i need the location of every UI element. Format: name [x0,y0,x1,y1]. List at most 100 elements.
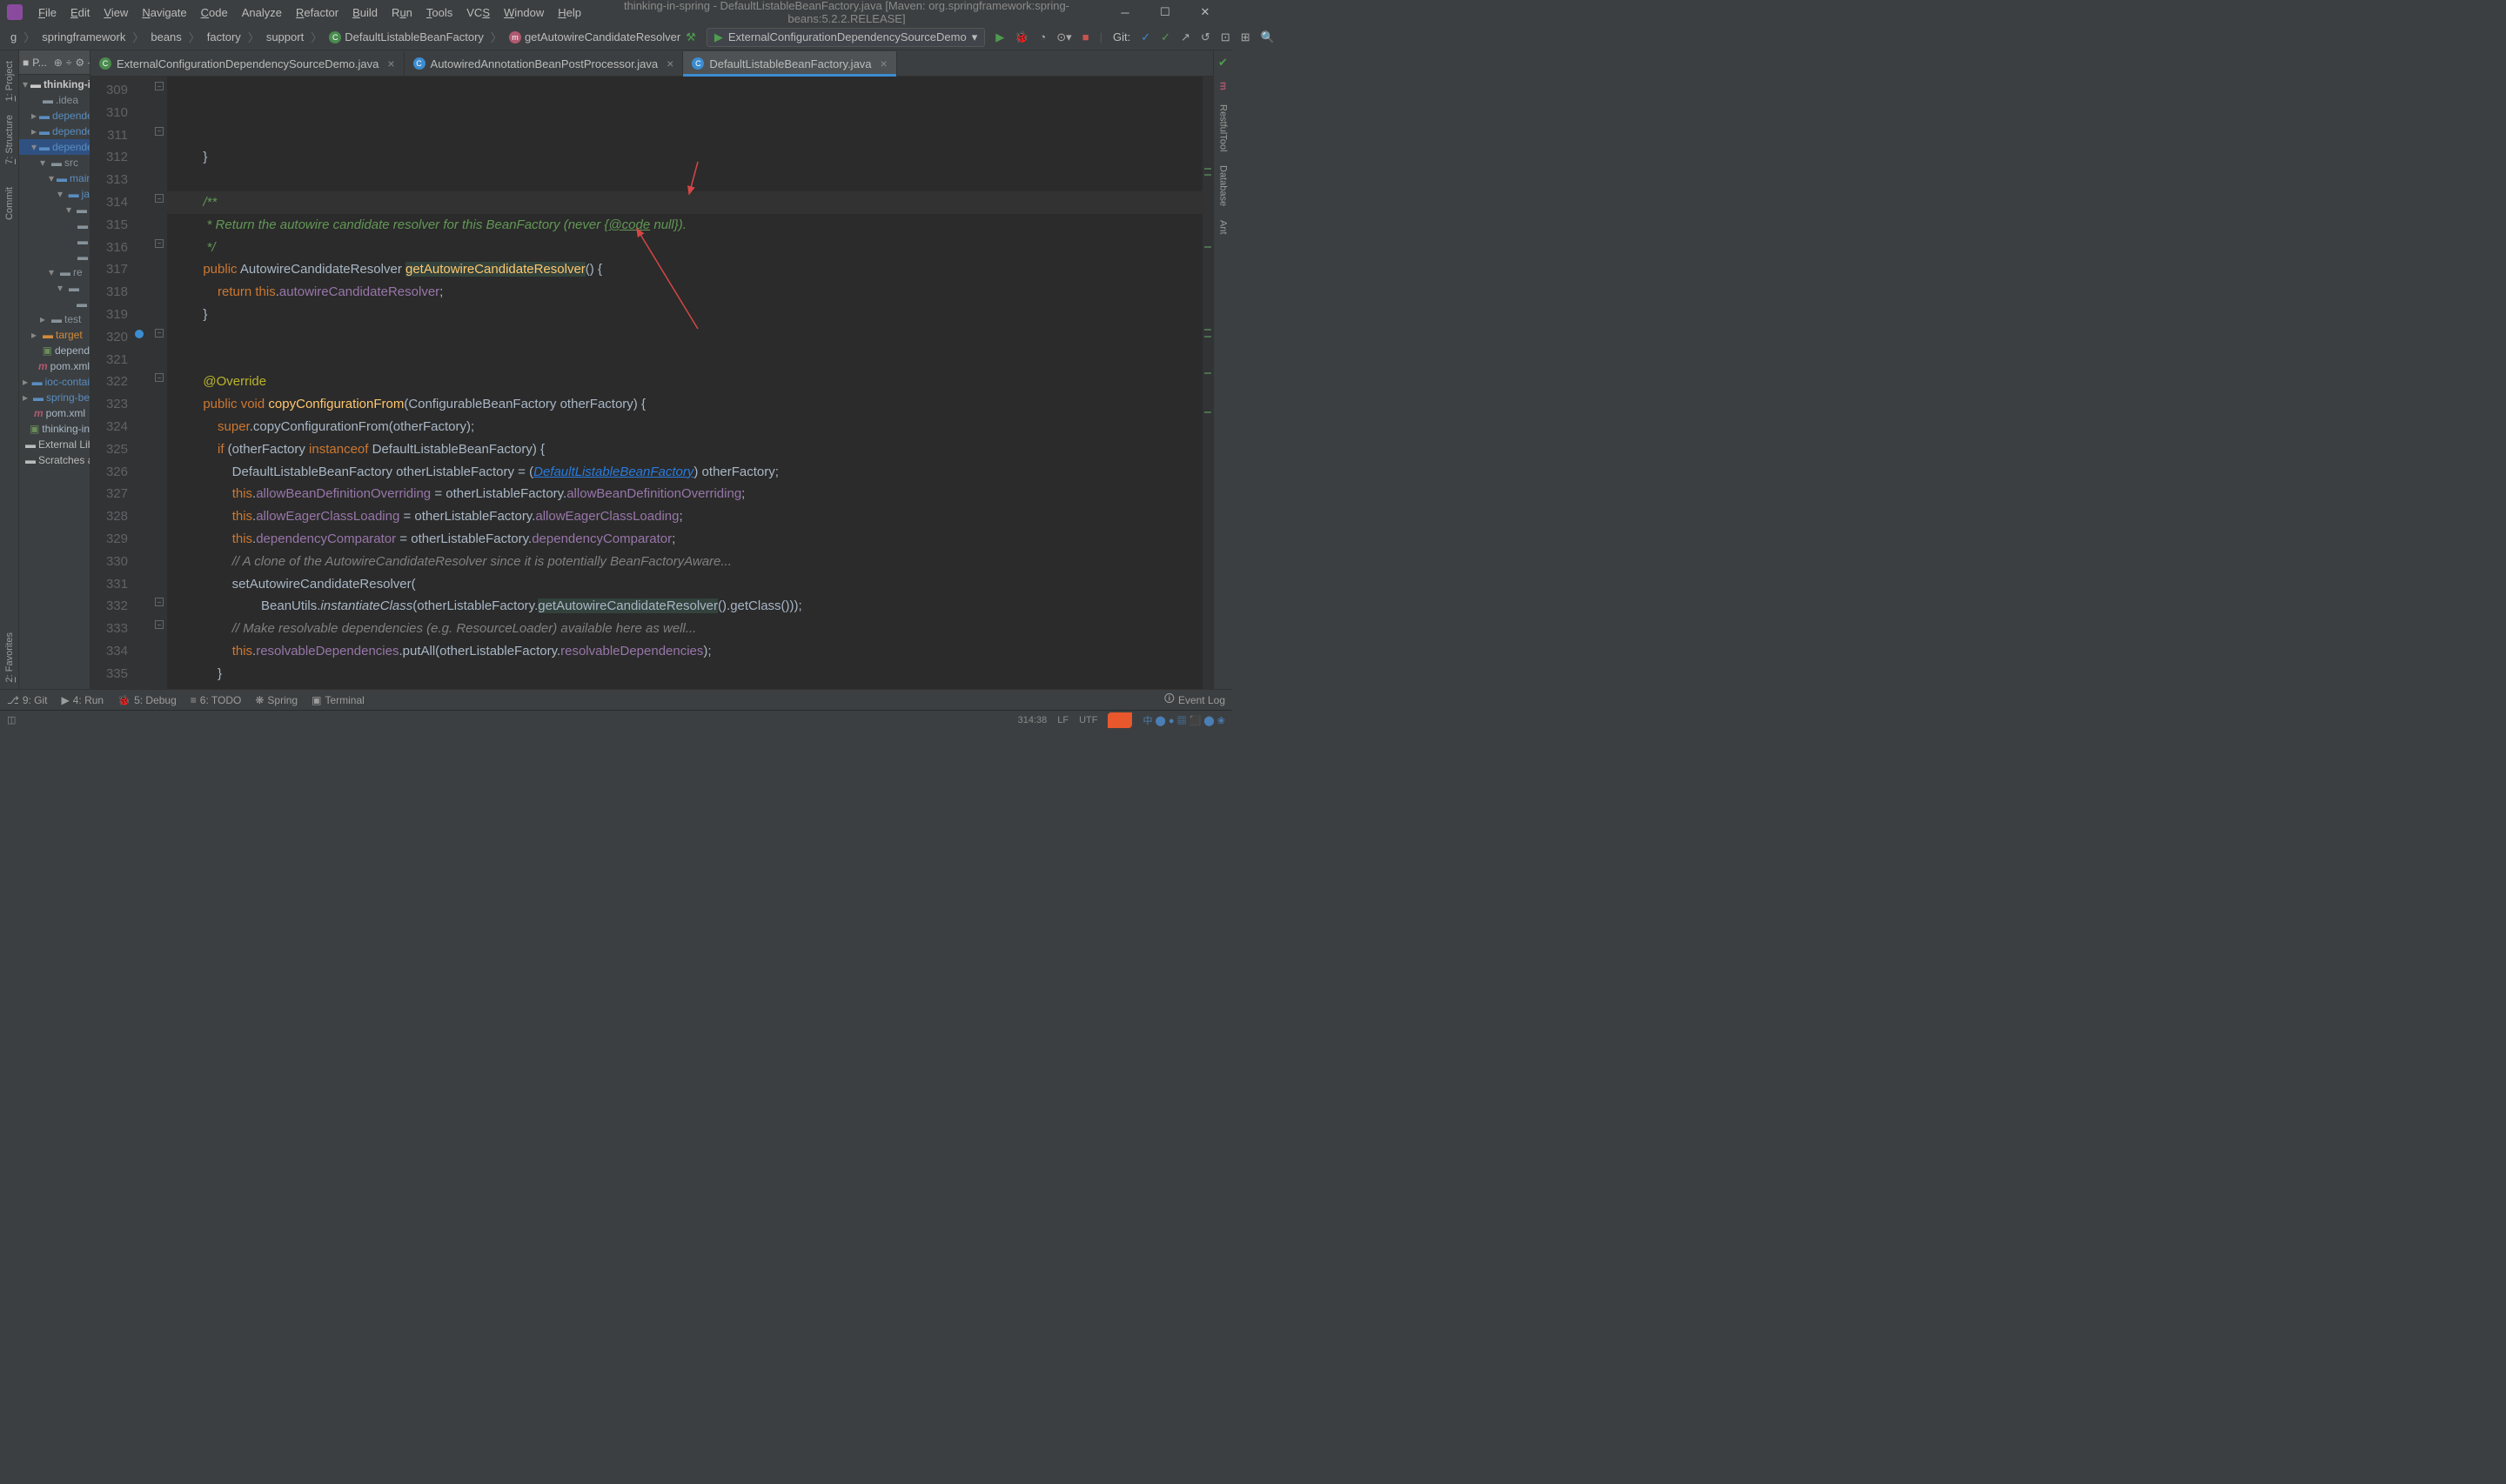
event-log[interactable]: 🛈 Event Log [1164,691,1225,709]
tree-node[interactable]: ▾▬ thinking-in-s [19,77,90,92]
crumb-3[interactable]: factory [202,29,246,45]
caret-position[interactable]: 314:38 [1018,715,1048,725]
run-config-select[interactable]: ▶ ExternalConfigurationDependencySourceD… [707,28,985,47]
crumb-5[interactable]: CDefaultListableBeanFactory [324,29,489,45]
menu-navigate[interactable]: Navigate [135,3,193,23]
menu-vcs[interactable]: VCS [459,3,497,23]
tree-node[interactable]: ▬ External Librar [19,437,90,452]
git-update-icon[interactable]: ✓ [1141,30,1150,44]
tool-commit[interactable]: Commit [3,180,17,227]
close-icon[interactable]: × [667,57,673,70]
menu-build[interactable]: Build [345,3,385,23]
git-push-icon[interactable]: ↗ [1181,30,1190,44]
tool-restful[interactable]: RestfulTool [1216,97,1230,158]
collapse-all-icon[interactable]: ÷ [66,57,72,69]
tree-node[interactable]: ▬ [19,296,90,311]
menu-edit[interactable]: Edit [64,3,97,23]
crumb-2[interactable]: beans [145,29,186,45]
status-windows-icon[interactable]: ◫ [7,714,16,725]
tool-spring[interactable]: ❋ Spring [255,694,298,706]
tree-node[interactable]: ▸▬ dependen [19,124,90,139]
tree-node[interactable]: ▣ thinking-in [19,421,90,437]
menu-analyze[interactable]: Analyze [235,3,289,23]
tool-database[interactable]: Database [1216,158,1230,213]
git-rollback-icon[interactable]: ⊡ [1221,30,1230,44]
tree-node[interactable]: ▬ Scratches and [19,452,90,468]
build-icon[interactable]: ⚒ [686,30,696,44]
tool-maven[interactable]: m [1216,75,1230,97]
crumb-6[interactable]: mgetAutowireCandidateResolver [504,29,686,45]
project-tree[interactable]: ▾▬ thinking-in-s ▬ .idea▸▬ dependen▸▬ de… [19,75,90,689]
menu-code[interactable]: Code [194,3,235,23]
menu-tools[interactable]: Tools [419,3,459,23]
tool-debug[interactable]: 🐞 5: Debug [117,694,177,706]
error-stripe[interactable] [1203,77,1213,689]
tool-git[interactable]: ⎇ 9: Git [7,694,48,706]
tree-node[interactable]: ▾▬ re [19,264,90,280]
menu-file[interactable]: FFileile [31,3,64,23]
tool-run[interactable]: ▶ 4: Run [62,694,104,706]
project-title: P... [32,57,46,69]
tree-node[interactable]: ▸▬ test [19,311,90,327]
tree-node[interactable]: ▬ [19,233,90,249]
coverage-icon[interactable]: ◔ [1039,30,1046,43]
tool-favorites[interactable]: 2: Favorites [3,625,17,689]
tool-project[interactable]: 11: Project: Project [3,54,17,108]
tool-structure[interactable]: 7: Structure [3,108,17,171]
editor-tab[interactable]: CAutowiredAnnotationBeanPostProcessor.ja… [405,51,684,76]
git-commit-icon[interactable]: ✓ [1161,30,1170,44]
tree-node[interactable]: ▸▬ spring-be [19,390,90,405]
line-separator[interactable]: LF [1057,715,1069,725]
menu-view[interactable]: View [97,3,135,23]
editor-tab[interactable]: CExternalConfigurationDependencySourceDe… [90,51,405,76]
ime-indicator-icon[interactable] [1108,712,1132,728]
run-icon[interactable]: ▶ [995,30,1004,44]
tree-node[interactable]: ▬ .idea [19,92,90,108]
settings-icon[interactable]: ⚙ [75,57,84,69]
analysis-ok-icon[interactable]: ✔ [1218,56,1228,70]
tray-icons[interactable]: 中 ⬤ ● ▦ ⬛ ⬤ ❀ [1142,713,1225,727]
maximize-button[interactable]: ☐ [1145,0,1185,24]
encoding[interactable]: UTF [1079,715,1097,725]
menu-window[interactable]: Window [497,3,551,23]
search-everywhere-icon[interactable]: 🔍 [1261,30,1275,44]
code-editor[interactable]: 3093103113123133143153163173183193203213… [90,77,1213,689]
close-icon[interactable]: × [387,57,394,70]
tool-terminal[interactable]: ▣ Terminal [312,694,365,706]
tree-node[interactable]: ▾▬ dependen [19,139,90,155]
select-opened-icon[interactable]: ⊕ [54,57,63,69]
git-history-icon[interactable]: ↺ [1201,30,1210,44]
fold-column[interactable]: −−−−−−−− [153,77,167,689]
tool-todo[interactable]: ≡ 6: TODO [191,694,242,706]
tree-node[interactable]: ▾▬ src [19,155,90,170]
crumb-0[interactable]: g [5,29,22,45]
search-icon[interactable]: ⊞ [1241,30,1250,44]
tab-label: ExternalConfigurationDependencySourceDem… [117,57,379,70]
crumb-1[interactable]: springframework [37,29,131,45]
editor-tab[interactable]: CDefaultListableBeanFactory.java× [683,51,896,76]
tree-node[interactable]: ▸▬ dependen [19,108,90,124]
tree-node[interactable]: ▸▬ target [19,327,90,343]
debug-icon[interactable]: 🐞 [1015,30,1029,44]
tree-node[interactable]: ▣ depend [19,343,90,358]
tree-node[interactable]: ▾▬ [19,202,90,217]
tree-node[interactable]: m pom.xml [19,405,90,421]
tree-node[interactable]: ▬ [19,249,90,264]
stop-icon[interactable]: ■ [1082,30,1089,43]
close-icon[interactable]: × [881,57,888,70]
tree-node[interactable]: ▾▬ main [19,170,90,186]
tree-node[interactable]: ▾▬ ja [19,186,90,202]
menu-help[interactable]: Help [551,3,588,23]
tree-node[interactable]: ▾▬ [19,280,90,296]
crumb-4[interactable]: support [261,29,309,45]
tree-node[interactable]: m pom.xml [19,358,90,374]
minimize-button[interactable]: ─ [1105,0,1145,24]
tool-ant[interactable]: Ant [1216,213,1230,242]
tree-node[interactable]: ▬ [19,217,90,233]
menu-run[interactable]: Run [385,3,419,23]
close-button[interactable]: ✕ [1185,0,1225,24]
menu-refactor[interactable]: Refactor [289,3,345,23]
code-body[interactable]: } /** * Return the autowire candidate re… [167,77,1203,689]
tree-node[interactable]: ▸▬ ioc-contai [19,374,90,390]
profiler-icon[interactable]: ⊙▾ [1056,30,1071,44]
